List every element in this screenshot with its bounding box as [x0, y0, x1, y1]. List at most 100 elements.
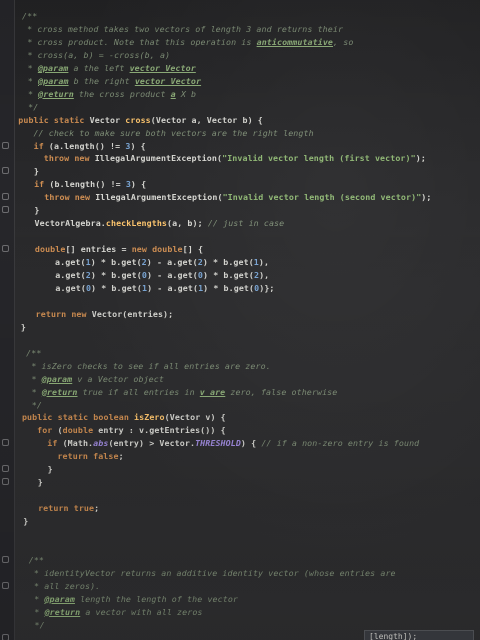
code-token: } — [34, 205, 40, 216]
code-line[interactable]: * cross method takes two vectors of leng… — [27, 23, 343, 35]
code-token: ) * b.get( — [203, 282, 255, 293]
comment-token: v are — [199, 386, 226, 397]
comment-token: zero, false otherwise — [225, 386, 338, 397]
code-token: a.get( — [55, 270, 86, 280]
code-token: entry : v.getEntries()) { — [98, 425, 226, 436]
code-token: VectorAlgebra. — [34, 218, 106, 229]
code-line[interactable]: return false; — [57, 450, 123, 462]
code-line[interactable]: /** — [26, 347, 41, 359]
keyword-token: double — [34, 244, 66, 255]
code-line[interactable]: double[] entries = new double[] { — [35, 243, 203, 255]
comment-token: b the right — [68, 75, 135, 86]
code-line[interactable]: if (b.length() != 3) { — [34, 178, 146, 190]
code-line[interactable]: throw new IllegalArgumentException("Inva… — [44, 152, 426, 164]
code-token: [] { — [182, 244, 204, 255]
code-token: ) * b.get( — [202, 257, 254, 268]
comment-token: * — [34, 606, 45, 617]
code-token: ), — [259, 270, 270, 280]
code-line[interactable]: * @param length the length of the vector — [34, 593, 238, 605]
comment-token: */ — [31, 399, 42, 410]
code-token: ) { — [130, 179, 147, 190]
code-line[interactable]: * @return the cross product a X b — [28, 88, 196, 100]
code-line[interactable]: } — [38, 476, 43, 488]
code-line[interactable]: throw new IllegalArgumentException("Inva… — [44, 191, 431, 203]
comment-token: * — [34, 593, 45, 604]
code-line[interactable]: a.get(0) * b.get(1) - a.get(1) * b.get(0… — [55, 282, 274, 294]
code-line[interactable]: public static boolean isZero(Vector v) { — [22, 411, 226, 423]
comment-token: @param — [41, 373, 73, 384]
code-line[interactable]: * cross product. Note that this operatio… — [27, 36, 353, 48]
comment-token: * isZero checks to see if all entries ar… — [31, 360, 271, 371]
code-line[interactable]: public static Vector cross(Vector a, Vec… — [18, 114, 263, 126]
comment-token: X b — [175, 88, 197, 99]
code-token: a.get( — [55, 282, 86, 293]
code-line[interactable]: a.get(2) * b.get(0) - a.get(0) * b.get(2… — [55, 269, 269, 281]
code-token: } — [47, 464, 53, 475]
comment-token: the cross product — [73, 88, 171, 99]
code-token: ) - a.get( — [147, 282, 199, 293]
code-token: ) * b.get( — [90, 257, 142, 268]
code-line[interactable]: */ — [28, 101, 38, 113]
code-area[interactable]: /** * cross method takes two vectors of l… — [0, 0, 480, 640]
constant-token: THRESHOLD — [195, 438, 241, 449]
comment-token: a the left — [68, 62, 130, 73]
code-line[interactable]: return true; — [38, 502, 99, 514]
code-line[interactable]: * cross(a, b) = -cross(b, a) — [27, 49, 170, 61]
code-line[interactable]: * @param v a Vector object — [31, 373, 164, 385]
code-token: ) * b.get( — [203, 270, 254, 280]
code-line[interactable]: * @param a the left vector Vector — [28, 62, 196, 74]
comment-token: v a Vector object — [72, 373, 164, 384]
code-line[interactable]: } — [48, 463, 53, 475]
comment-token: * cross method takes two vectors of leng… — [27, 23, 344, 34]
comment-token: // just in case — [207, 218, 285, 229]
code-line[interactable]: * isZero checks to see if all entries ar… — [31, 360, 270, 372]
code-editor[interactable]: /** * cross method takes two vectors of l… — [0, 0, 480, 640]
keyword-token: return new — [35, 308, 92, 319]
code-token: } — [37, 477, 43, 488]
code-line[interactable]: if (Math.abs(entry) > Vector.THRESHOLD) … — [47, 437, 419, 449]
code-token: ); — [421, 192, 432, 203]
code-line[interactable]: /** — [22, 10, 37, 22]
code-line[interactable]: } — [34, 165, 39, 177]
code-token: ; — [94, 503, 100, 514]
method-name-token: isZero — [134, 412, 165, 423]
code-line[interactable]: // check to make sure both vectors are t… — [33, 127, 313, 139]
keyword-token: if — [47, 438, 63, 449]
comment-token: length the length of the vector — [74, 593, 239, 604]
comment-token: @param — [37, 62, 69, 73]
code-line[interactable]: for (double entry : v.getEntries()) { — [37, 424, 226, 436]
code-line[interactable]: */ — [35, 619, 45, 631]
code-line[interactable]: * all zeros). — [34, 580, 100, 592]
comment-token: @return — [41, 386, 78, 397]
code-token: ) { — [240, 438, 262, 449]
comment-token: * cross product. Note that this operatio… — [27, 36, 257, 47]
code-token: (a, b); — [167, 218, 208, 229]
code-line[interactable]: * @return true if all entries in v are z… — [32, 386, 338, 398]
code-line[interactable]: * identityVector returns an additive ide… — [34, 567, 396, 579]
code-line[interactable]: a.get(1) * b.get(2) - a.get(2) * b.get(1… — [55, 256, 269, 268]
constant-token: abs — [93, 438, 109, 449]
code-token: IllegalArgumentException( — [94, 153, 223, 164]
code-token: Vector(entries); — [91, 308, 174, 319]
code-token: ), — [258, 257, 270, 268]
code-line[interactable]: } — [23, 515, 28, 527]
string-token: "Invalid vector length (second vector)" — [222, 192, 422, 203]
method-name-token: checkLengths — [105, 218, 168, 229]
code-token: (Vector a, Vector b) { — [150, 114, 263, 125]
code-line[interactable]: } — [34, 204, 39, 216]
code-line[interactable]: * @param b the right vector Vector — [28, 75, 201, 87]
code-line[interactable]: /** — [29, 554, 44, 566]
comment-token: * cross(a, b) = -cross(b, a) — [27, 49, 171, 60]
code-token: ; — [118, 451, 124, 462]
comment-token: vector Vector — [134, 75, 202, 86]
code-line[interactable]: */ — [32, 399, 42, 411]
code-line[interactable]: return new Vector(entries); — [36, 308, 174, 320]
comment-token: * identityVector returns an additive ide… — [33, 567, 396, 578]
code-line[interactable]: VectorAlgebra.checkLengths(a, b); // jus… — [35, 217, 285, 229]
comment-token: /** — [26, 347, 42, 358]
keyword-token: public static boolean — [21, 412, 135, 423]
code-line[interactable]: * @return a vector with all zeros — [34, 606, 202, 618]
code-token: a.get( — [55, 257, 86, 268]
code-line[interactable]: } — [21, 321, 26, 333]
code-line[interactable]: if (a.length() != 3) { — [34, 140, 146, 152]
